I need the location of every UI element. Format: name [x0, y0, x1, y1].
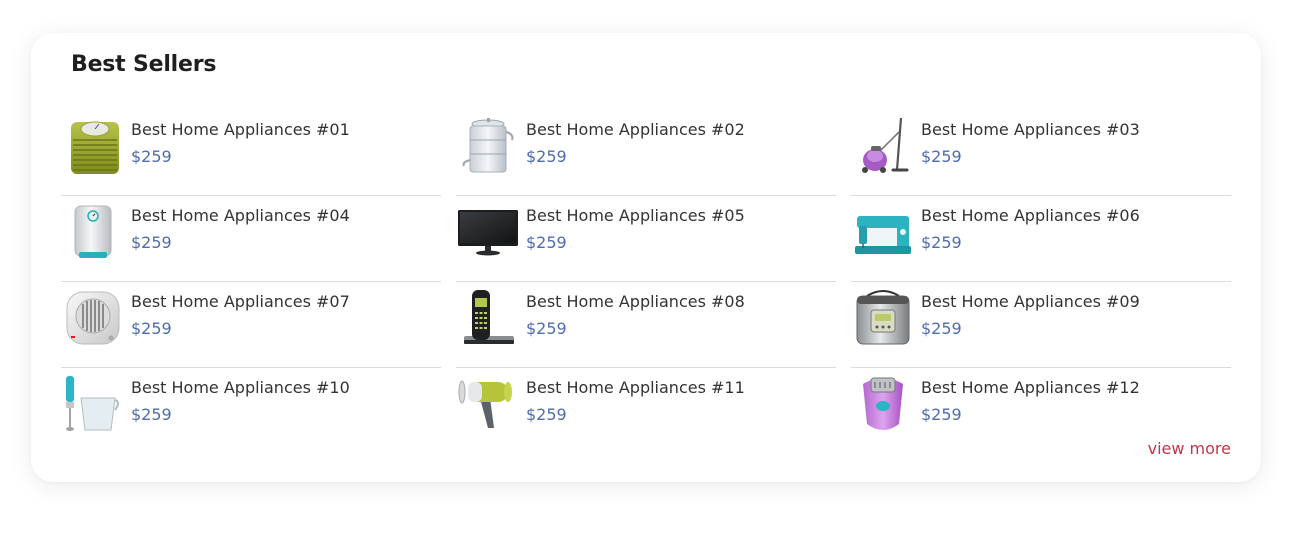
product-price: $259 [921, 405, 962, 424]
view-more-link[interactable]: view more [1148, 439, 1231, 458]
product-name[interactable]: Best Home Appliances #07 [131, 292, 350, 311]
product-item[interactable]: Best Home Appliances #10 $259 [61, 368, 441, 454]
water-heater-icon [63, 202, 123, 262]
product-name[interactable]: Best Home Appliances #09 [921, 292, 1140, 311]
best-sellers-card: Best Sellers Best Home Appliances #01 $2… [31, 33, 1261, 482]
product-name[interactable]: Best Home Appliances #11 [526, 378, 745, 397]
product-name[interactable]: Best Home Appliances #10 [131, 378, 350, 397]
product-price: $259 [131, 319, 172, 338]
product-price: $259 [131, 147, 172, 166]
product-price: $259 [921, 233, 962, 252]
product-name[interactable]: Best Home Appliances #06 [921, 206, 1140, 225]
cordless-phone-icon [458, 288, 518, 348]
product-price: $259 [526, 147, 567, 166]
product-price: $259 [526, 233, 567, 252]
product-name[interactable]: Best Home Appliances #03 [921, 120, 1140, 139]
rice-cooker-icon [853, 288, 913, 348]
product-price: $259 [526, 319, 567, 338]
product-grid: Best Home Appliances #01 $259 Best Home … [61, 110, 1231, 454]
product-price: $259 [526, 405, 567, 424]
product-item[interactable]: Best Home Appliances #04 $259 [61, 196, 441, 282]
product-price: $259 [921, 147, 962, 166]
product-item[interactable]: Best Home Appliances #07 $259 [61, 282, 441, 368]
product-name[interactable]: Best Home Appliances #12 [921, 378, 1140, 397]
product-name[interactable]: Best Home Appliances #08 [526, 292, 745, 311]
fan-heater-icon [63, 288, 123, 348]
bathroom-scale-icon [63, 116, 123, 176]
steamer-pot-icon [458, 116, 518, 176]
product-name[interactable]: Best Home Appliances #01 [131, 120, 350, 139]
epilator-icon [853, 374, 913, 434]
product-item[interactable]: Best Home Appliances #11 $259 [456, 368, 836, 454]
tv-monitor-icon [458, 202, 518, 262]
product-price: $259 [131, 233, 172, 252]
product-name[interactable]: Best Home Appliances #02 [526, 120, 745, 139]
product-price: $259 [131, 405, 172, 424]
product-name[interactable]: Best Home Appliances #04 [131, 206, 350, 225]
section-title: Best Sellers [71, 52, 217, 77]
product-price: $259 [921, 319, 962, 338]
vacuum-cleaner-icon [853, 116, 913, 176]
product-item[interactable]: Best Home Appliances #08 $259 [456, 282, 836, 368]
product-item[interactable]: Best Home Appliances #02 $259 [456, 110, 836, 196]
product-item[interactable]: Best Home Appliances #05 $259 [456, 196, 836, 282]
product-item[interactable]: Best Home Appliances #09 $259 [851, 282, 1231, 368]
hand-blender-icon [63, 374, 123, 434]
product-name[interactable]: Best Home Appliances #05 [526, 206, 745, 225]
sewing-machine-icon [853, 202, 913, 262]
hair-dryer-icon [458, 374, 518, 434]
product-item[interactable]: Best Home Appliances #03 $259 [851, 110, 1231, 196]
product-item[interactable]: Best Home Appliances #01 $259 [61, 110, 441, 196]
product-item[interactable]: Best Home Appliances #06 $259 [851, 196, 1231, 282]
